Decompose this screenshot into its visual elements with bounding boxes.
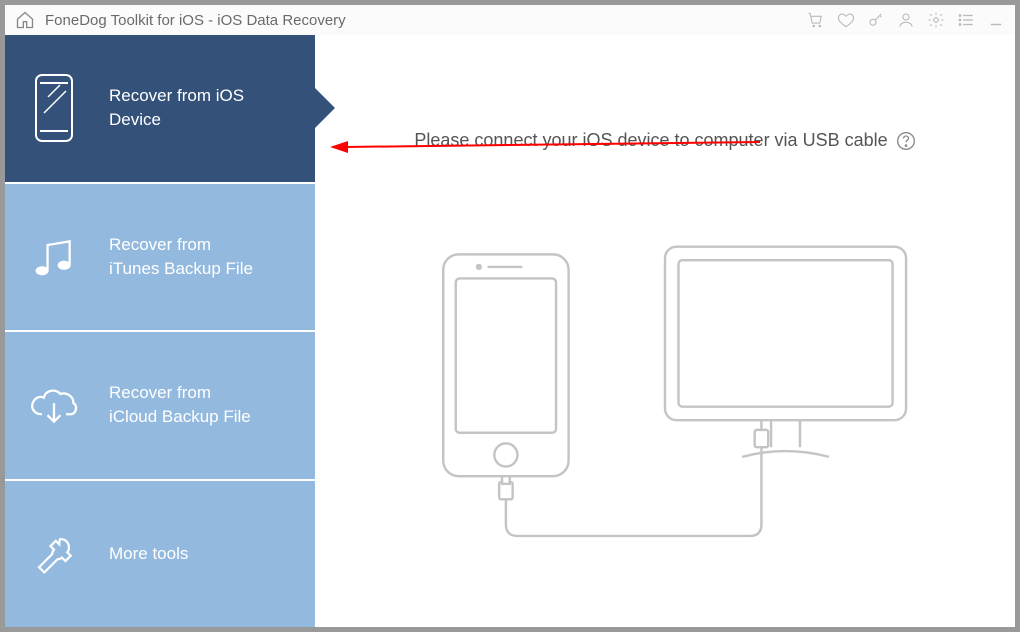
titlebar: FoneDog Toolkit for iOS - iOS Data Recov… [5, 5, 1015, 35]
home-icon[interactable] [15, 10, 35, 30]
app-frame: FoneDog Toolkit for iOS - iOS Data Recov… [0, 0, 1020, 632]
key-icon[interactable] [867, 11, 885, 29]
sidebar-item-icloud-backup[interactable]: Recover from iCloud Backup File [5, 332, 315, 481]
app-title: FoneDog Toolkit for iOS - iOS Data Recov… [45, 12, 807, 29]
help-icon[interactable] [896, 131, 916, 151]
main-panel: Please connect your iOS device to comput… [315, 35, 1015, 627]
phone-icon [29, 73, 79, 143]
sidebar-item-more-tools[interactable]: More tools [5, 481, 315, 628]
instruction-row: Please connect your iOS device to comput… [345, 130, 985, 151]
instruction-text: Please connect your iOS device to comput… [414, 130, 887, 151]
cloud-download-icon [29, 370, 79, 440]
sidebar-item-label: Recover from iOS Device [109, 84, 259, 132]
sidebar-item-label: More tools [109, 542, 188, 566]
title-toolbar [807, 11, 1005, 29]
menu-icon[interactable] [957, 11, 975, 29]
sidebar-item-itunes-backup[interactable]: Recover from iTunes Backup File [5, 184, 315, 333]
content-area: Recover from iOS Device Recover from iTu… [5, 35, 1015, 627]
minimize-icon[interactable] [987, 11, 1005, 29]
wrench-icon [29, 519, 79, 589]
sidebar-item-label: Recover from iCloud Backup File [109, 381, 259, 429]
connection-illustration [345, 191, 985, 607]
heart-icon[interactable] [837, 11, 855, 29]
sidebar-item-label: Recover from iTunes Backup File [109, 233, 259, 281]
sidebar: Recover from iOS Device Recover from iTu… [5, 35, 315, 627]
music-icon [29, 222, 79, 292]
cart-icon[interactable] [807, 11, 825, 29]
gear-icon[interactable] [927, 11, 945, 29]
user-icon[interactable] [897, 11, 915, 29]
sidebar-item-ios-device[interactable]: Recover from iOS Device [5, 35, 315, 184]
